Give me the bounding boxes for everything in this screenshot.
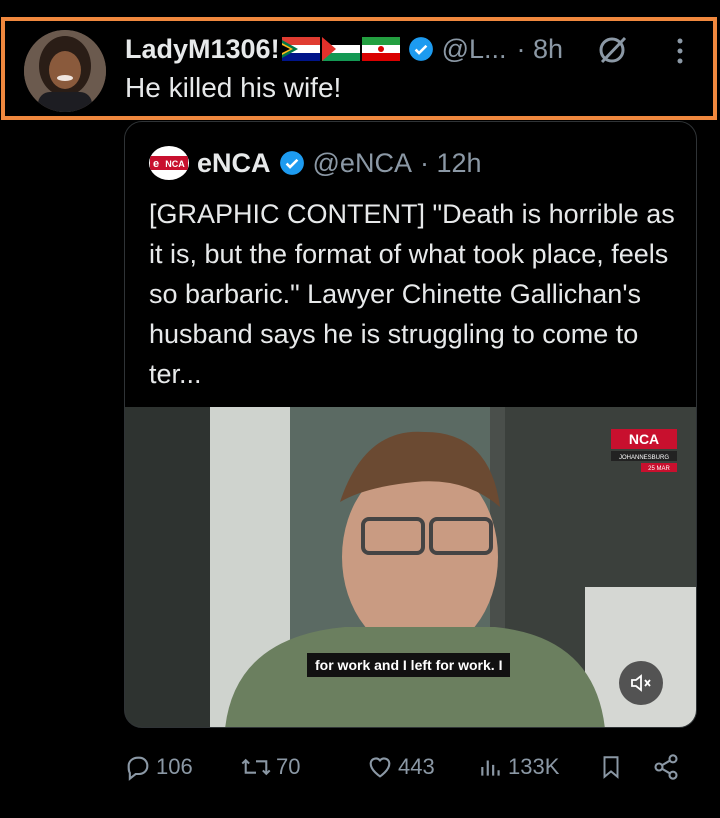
quoted-author-name[interactable]: eNCA bbox=[197, 148, 271, 179]
repost-button[interactable]: 70 bbox=[240, 753, 300, 781]
south-africa-flag-icon bbox=[281, 37, 320, 61]
quoted-handle[interactable]: @eNCA bbox=[313, 148, 412, 179]
reply-button[interactable]: 106 bbox=[124, 753, 193, 781]
svg-text:NCA: NCA bbox=[629, 431, 659, 447]
tweet-time[interactable]: · 8h bbox=[517, 34, 564, 65]
speaker-muted-icon bbox=[631, 674, 651, 692]
tweet-header: LadyM1306! @L... · 8h bbox=[125, 30, 563, 68]
svg-text:25 MAR: 25 MAR bbox=[648, 466, 670, 472]
quoted-header: e NCA eNCA @eNCA · 12h bbox=[149, 146, 482, 180]
heart-icon bbox=[369, 757, 391, 778]
reply-count: 106 bbox=[156, 754, 193, 779]
like-button[interactable]: 443 bbox=[366, 753, 435, 781]
repost-count: 70 bbox=[276, 754, 301, 779]
palestine-flag-icon bbox=[321, 37, 360, 61]
mute-button[interactable] bbox=[619, 661, 663, 705]
enca-logo-icon[interactable]: e NCA bbox=[149, 146, 189, 180]
verified-badge-icon bbox=[279, 150, 305, 176]
video-subtitle: for work and I left for work. I bbox=[307, 653, 511, 677]
bookmark-button[interactable] bbox=[598, 753, 628, 781]
reply-icon bbox=[127, 756, 149, 781]
quoted-text: [GRAPHIC CONTENT] "Death is horrible as … bbox=[149, 199, 675, 389]
views-button[interactable]: 133K bbox=[478, 753, 559, 781]
like-count: 443 bbox=[398, 754, 435, 779]
share-icon bbox=[654, 754, 678, 780]
views-count: 133K bbox=[508, 754, 560, 779]
author-name[interactable]: LadyM1306! bbox=[125, 34, 280, 65]
svg-text:NCA: NCA bbox=[165, 159, 185, 169]
tweet-text: He killed his wife! bbox=[125, 72, 342, 103]
svg-text:e: e bbox=[153, 158, 159, 170]
grok-icon[interactable] bbox=[596, 33, 630, 67]
verified-badge-icon bbox=[408, 36, 434, 62]
share-button[interactable] bbox=[652, 753, 684, 781]
repost-icon bbox=[241, 758, 271, 776]
quoted-time[interactable]: · 12h bbox=[420, 148, 482, 179]
enca-badge: NCA JOHANNESBURG 25 MAR bbox=[611, 429, 677, 490]
views-chart-icon bbox=[481, 760, 500, 776]
quoted-tweet[interactable]: e NCA eNCA @eNCA · 12h [GRAPHIC CONTENT]… bbox=[124, 121, 697, 728]
avatar[interactable] bbox=[24, 30, 106, 112]
author-handle[interactable]: @L... bbox=[442, 34, 507, 65]
more-options-icon[interactable] bbox=[672, 36, 688, 66]
iran-flag-icon bbox=[361, 37, 400, 61]
svg-text:JOHANNESBURG: JOHANNESBURG bbox=[619, 455, 669, 461]
video-player[interactable]: NCA JOHANNESBURG 25 MAR for work and I l… bbox=[125, 407, 696, 727]
bookmark-icon bbox=[603, 756, 619, 779]
action-bar: 106 70 443 133K bbox=[0, 745, 720, 789]
